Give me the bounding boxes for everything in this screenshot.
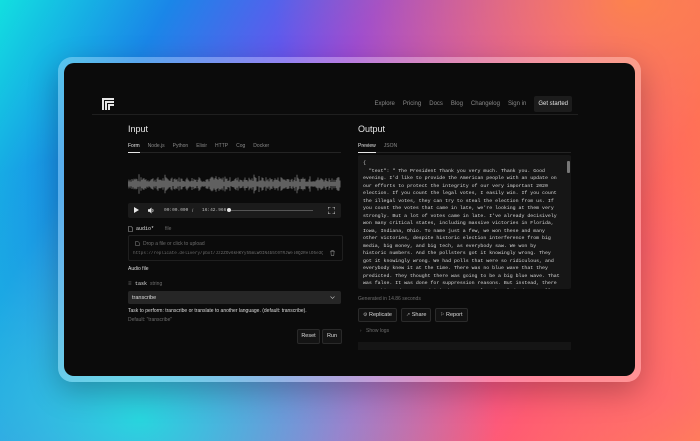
volume-icon[interactable] (148, 207, 155, 214)
text-field-icon: ≡ (128, 281, 132, 287)
input-tabs: Form Node.js Python Elixir HTTP Cog Dock… (128, 143, 269, 149)
tab-cog[interactable]: Cog (236, 143, 245, 149)
task-select[interactable]: transcribe (128, 291, 341, 304)
top-nav: Explore Pricing Docs Blog Changelog Sign… (92, 92, 578, 115)
audio-caption: Audio file (128, 266, 149, 272)
output-tabs: Preview JSON (358, 143, 397, 149)
audio-field-name: audio* (136, 226, 155, 232)
output-json-text: { "text": " The President Thank you very… (363, 161, 560, 289)
dropzone-text: Drop a file or click to upload (143, 241, 205, 247)
audio-waveform[interactable] (128, 173, 341, 195)
replicate-logo-icon[interactable] (102, 98, 114, 110)
input-title: Input (128, 124, 149, 134)
output-tab-underline (358, 152, 376, 153)
share-icon: ↗ (406, 312, 411, 318)
get-started-button[interactable]: Get started (534, 96, 572, 112)
nav-explore[interactable]: Explore (375, 99, 395, 109)
tab-elixir[interactable]: Elixir (196, 143, 207, 149)
file-dropzone[interactable]: Drop a file or click to upload https://r… (128, 235, 343, 261)
tweak-icon: ⚙ (363, 312, 368, 318)
tab-active-underline (128, 152, 140, 153)
task-field-type: string (150, 281, 163, 287)
player-time-separator: / (192, 208, 194, 213)
trash-icon[interactable] (330, 250, 335, 256)
flag-icon: ⚐ (440, 312, 445, 318)
upload-file-icon (135, 241, 140, 246)
audio-player: 00:00.000 / 16:42.966 (128, 203, 341, 218)
play-icon[interactable] (134, 207, 139, 213)
task-default-text: Default: "transcribe" (128, 317, 173, 323)
task-select-value: transcribe (132, 294, 157, 301)
tab-json[interactable]: JSON (384, 143, 397, 149)
output-code-box[interactable]: { "text": " The President Thank you very… (358, 155, 571, 289)
fullscreen-icon[interactable] (328, 207, 335, 214)
tab-docker[interactable]: Docker (253, 143, 269, 149)
report-button-label: Report (446, 312, 463, 318)
output-title: Output (358, 124, 386, 134)
share-button[interactable]: ↗ Share (401, 308, 432, 322)
generation-time: Generated in 14.86 seconds (358, 296, 421, 302)
player-current-time: 00:00.000 (164, 208, 189, 213)
tab-preview[interactable]: Preview (358, 143, 376, 149)
seek-bar[interactable] (228, 210, 313, 211)
task-help-text: Task to perform: transcribe or translate… (128, 308, 307, 314)
file-icon (128, 226, 133, 232)
audio-field-type: file (165, 226, 172, 232)
tab-form[interactable]: Form (128, 143, 140, 149)
show-logs-link[interactable]: Show logs (366, 328, 389, 334)
tab-python[interactable]: Python (173, 143, 189, 149)
nav-blog[interactable]: Blog (451, 99, 463, 109)
nav-docs[interactable]: Docs (429, 99, 443, 109)
chevron-down-icon (330, 296, 335, 299)
run-button[interactable]: Run (322, 329, 342, 344)
tab-http[interactable]: HTTP (215, 143, 228, 149)
replicate-button-label: Replicate (369, 312, 392, 318)
report-button[interactable]: ⚐ Report (435, 308, 468, 322)
reset-button[interactable]: Reset (297, 329, 320, 344)
seek-handle[interactable] (227, 208, 231, 212)
share-button-label: Share (411, 312, 427, 318)
logs-panel (358, 342, 571, 350)
nav-pricing[interactable]: Pricing (403, 99, 421, 109)
chevron-right-icon: › (360, 328, 362, 333)
player-duration: 16:42.966 (202, 208, 227, 213)
nav-changelog[interactable]: Changelog (471, 99, 500, 109)
output-tab-divider (358, 152, 571, 153)
scrollbar[interactable] (567, 161, 570, 173)
tab-nodejs[interactable]: Node.js (148, 143, 165, 149)
tab-divider (128, 152, 341, 153)
nav-sign-in[interactable]: Sign in (508, 99, 526, 109)
replicate-button[interactable]: ⚙ Replicate (358, 308, 397, 322)
task-field-name: task (135, 281, 148, 287)
audio-url: https://replicate.delivery/pbxt/Jz2ZOv6k… (133, 251, 323, 256)
